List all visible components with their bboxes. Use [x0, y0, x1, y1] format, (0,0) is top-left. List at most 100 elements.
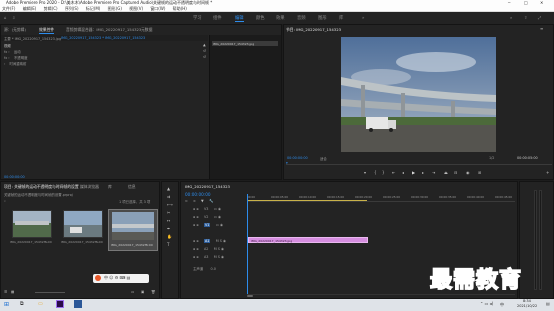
tab-info[interactable]: 信息 [128, 184, 136, 190]
work-area-bar[interactable] [247, 200, 367, 201]
workspace-learn[interactable]: 学习 [193, 15, 202, 21]
clip-bar[interactable]: IMG_20220917_154323.jpg [212, 41, 278, 46]
linked-selection-icon[interactable]: ∞ [193, 199, 196, 203]
tab-media-browser[interactable]: 媒体浏览器 [80, 184, 99, 190]
track-header-master[interactable]: 主声道 0.0 [193, 266, 216, 271]
play-icon[interactable]: ▶ [412, 170, 415, 175]
master-volume[interactable]: 0.0 [210, 267, 215, 271]
playhead-line[interactable] [247, 194, 248, 294]
mini-timeline[interactable]: IMG_20220917_154323.jpg [209, 35, 281, 179]
resolution-dropdown[interactable]: 1/2 [489, 156, 494, 160]
settings-icon[interactable]: 🔧 [209, 199, 213, 203]
step-forward-icon[interactable]: ▸ [422, 170, 424, 175]
effect-row-motion[interactable]: fx › 运动 [4, 49, 21, 54]
track-header-v3[interactable]: ▪ ▪ V3 ▭ ◉ [193, 206, 221, 211]
timeline-scrollbar[interactable] [247, 294, 515, 297]
input-method-toolbar[interactable]: 中 ☺ ⚙ ⌨ ▤ [93, 274, 149, 283]
mark-in-icon[interactable]: ▾ [364, 170, 366, 175]
track-select-tool-icon[interactable]: ⇉ [167, 194, 170, 199]
menu-graphics[interactable]: 图形(G) [108, 6, 122, 11]
menu-marker[interactable]: 标记(M) [86, 6, 101, 11]
project-item-selected[interactable]: IMG_20220917_154323 5:00 [108, 209, 158, 251]
program-scrubber[interactable]: ▾ [286, 161, 552, 165]
master-clip-label[interactable]: 主要 * IMG_20220917_154323.jpg [4, 36, 61, 41]
slip-tool-icon[interactable]: ↔ [167, 218, 170, 223]
project-item-thumbnail[interactable] [63, 210, 103, 238]
tab-metadata[interactable]: 元数据 [141, 27, 152, 33]
step-back-icon[interactable]: ◂ [402, 170, 404, 175]
snap-icon[interactable]: ⊂ [185, 199, 188, 203]
effect-row-opacity[interactable]: fx › 不透明度 [4, 55, 27, 60]
extract-icon[interactable]: ⊟ [454, 170, 457, 175]
type-tool-icon[interactable]: T [167, 242, 169, 247]
system-tray-icons[interactable]: ⌃ ▭ ◂) [480, 301, 493, 306]
hand-tool-icon[interactable]: ✋ [167, 234, 172, 239]
track-header-a1[interactable]: ▪ ▪ A1 M S ◉ [193, 238, 226, 243]
program-monitor-title[interactable]: 节目: IMG_20220917_154323 [286, 27, 341, 33]
ime-tools-icon[interactable]: 中 ☺ ⚙ ⌨ ▤ [104, 275, 130, 281]
notification-icon[interactable]: ▤ [546, 301, 550, 306]
windows-start-icon[interactable]: ⊞ [4, 301, 9, 308]
tab-effect-controls[interactable]: 效果控件 [39, 27, 55, 34]
workspace-color[interactable]: 颜色 [256, 15, 265, 21]
menu-file[interactable]: 文件(F) [2, 6, 15, 11]
task-view-icon[interactable]: ⧉ [20, 301, 24, 307]
export-frame-icon[interactable]: ◉ [466, 170, 470, 175]
effect-controls-timecode[interactable]: 00:00:00:00 [4, 175, 25, 179]
menu-window[interactable]: 窗口(W) [150, 6, 165, 11]
playhead-icon[interactable]: ▾ [286, 161, 288, 165]
add-marker-icon[interactable]: ▼ [201, 199, 204, 203]
search-icon[interactable]: ⌕ [4, 199, 6, 203]
menu-help[interactable]: 帮助(H) [173, 6, 187, 11]
sequence-clip-label[interactable]: IMG_20220917_154323 * IMG_20220917_15432… [61, 36, 145, 40]
mark-in-bracket-icon[interactable]: { [374, 170, 377, 175]
premiere-pro-taskbar-icon[interactable] [56, 300, 64, 308]
razor-tool-icon[interactable]: ✂ [167, 210, 170, 215]
mark-out-bracket-icon[interactable]: } [382, 170, 385, 175]
track-header-v2[interactable]: ▪ ▪ V2 ▭ ◉ [193, 214, 221, 219]
timeline-timecode[interactable]: 00:00:00:00 [185, 192, 211, 197]
timeline-clip[interactable]: IMG_20220917_154323.jpg [248, 237, 368, 243]
tab-audio-clip-mixer[interactable]: 音频剪辑混合器：IMG_20220917_154323 [66, 27, 141, 33]
program-playhead-timecode[interactable]: 00:00:00:00 [287, 156, 308, 160]
project-item-thumbnail[interactable] [12, 210, 52, 238]
quick-export-icon[interactable]: ⇪ [524, 15, 527, 20]
clock-time[interactable]: 8:34 [523, 299, 531, 303]
menu-clip[interactable]: 剪辑(C) [44, 6, 58, 11]
menu-view[interactable]: 视图(V) [129, 6, 143, 11]
zoom-slider[interactable] [35, 292, 65, 293]
time-ruler[interactable]: 00:00 00:00:05:00 00:00:10:00 00:00:15:0… [247, 194, 515, 202]
home-icon[interactable]: ⌂ [4, 15, 7, 20]
icon-view-icon[interactable]: ▦ [11, 290, 14, 294]
scroll-up-icon[interactable]: ▲ [203, 43, 206, 47]
track-header-a3[interactable]: ▪ ▪ A3 M S ◉ [193, 254, 224, 259]
ime-indicator[interactable]: 中 [500, 302, 504, 308]
comparison-view-icon[interactable]: ⊞ [478, 170, 481, 175]
trash-icon[interactable]: 🗑 [151, 290, 155, 294]
tab-sequence[interactable]: IMG_20220917_154323 [185, 184, 230, 189]
new-item-icon[interactable]: ▣ [141, 290, 144, 294]
workspace-libraries[interactable]: 库 [339, 15, 343, 21]
search-icon[interactable]: ⌕ [510, 15, 512, 20]
reset-icon[interactable]: ↺ [203, 55, 206, 59]
workspace-editing[interactable]: 编辑 [235, 15, 244, 22]
go-to-in-icon[interactable]: ⇤ [392, 170, 395, 175]
more-workspaces-icon[interactable]: » [362, 15, 364, 20]
workspace-effects[interactable]: 效果 [276, 15, 285, 21]
word-taskbar-icon[interactable] [74, 300, 82, 308]
tab-source[interactable]: 源：(无剪辑) [4, 27, 26, 33]
pen-tool-icon[interactable]: ✒ [167, 226, 170, 231]
file-explorer-icon[interactable]: ▭ [38, 301, 43, 307]
menu-edit[interactable]: 编辑(E) [23, 6, 37, 11]
workspace-audio[interactable]: 音频 [297, 15, 306, 21]
tab-libraries[interactable]: 库 [108, 184, 112, 190]
go-to-out-icon[interactable]: ⇥ [432, 170, 435, 175]
tab-project[interactable]: 项目: 关键帧的运动不透明度与时间帧的设置 [4, 184, 79, 190]
reset-icon[interactable]: ↺ [203, 49, 206, 53]
new-bin-icon[interactable]: ▭ [131, 290, 134, 294]
ripple-edit-tool-icon[interactable]: ⟷ [167, 202, 173, 207]
track-header-a2[interactable]: ▪ ▪ A2 M S ◉ [193, 246, 224, 251]
import-icon[interactable]: ⇩ [12, 15, 15, 20]
fullscreen-icon[interactable]: ⤢ [538, 15, 541, 20]
clock-date[interactable]: 2021/10/22 [517, 304, 537, 308]
